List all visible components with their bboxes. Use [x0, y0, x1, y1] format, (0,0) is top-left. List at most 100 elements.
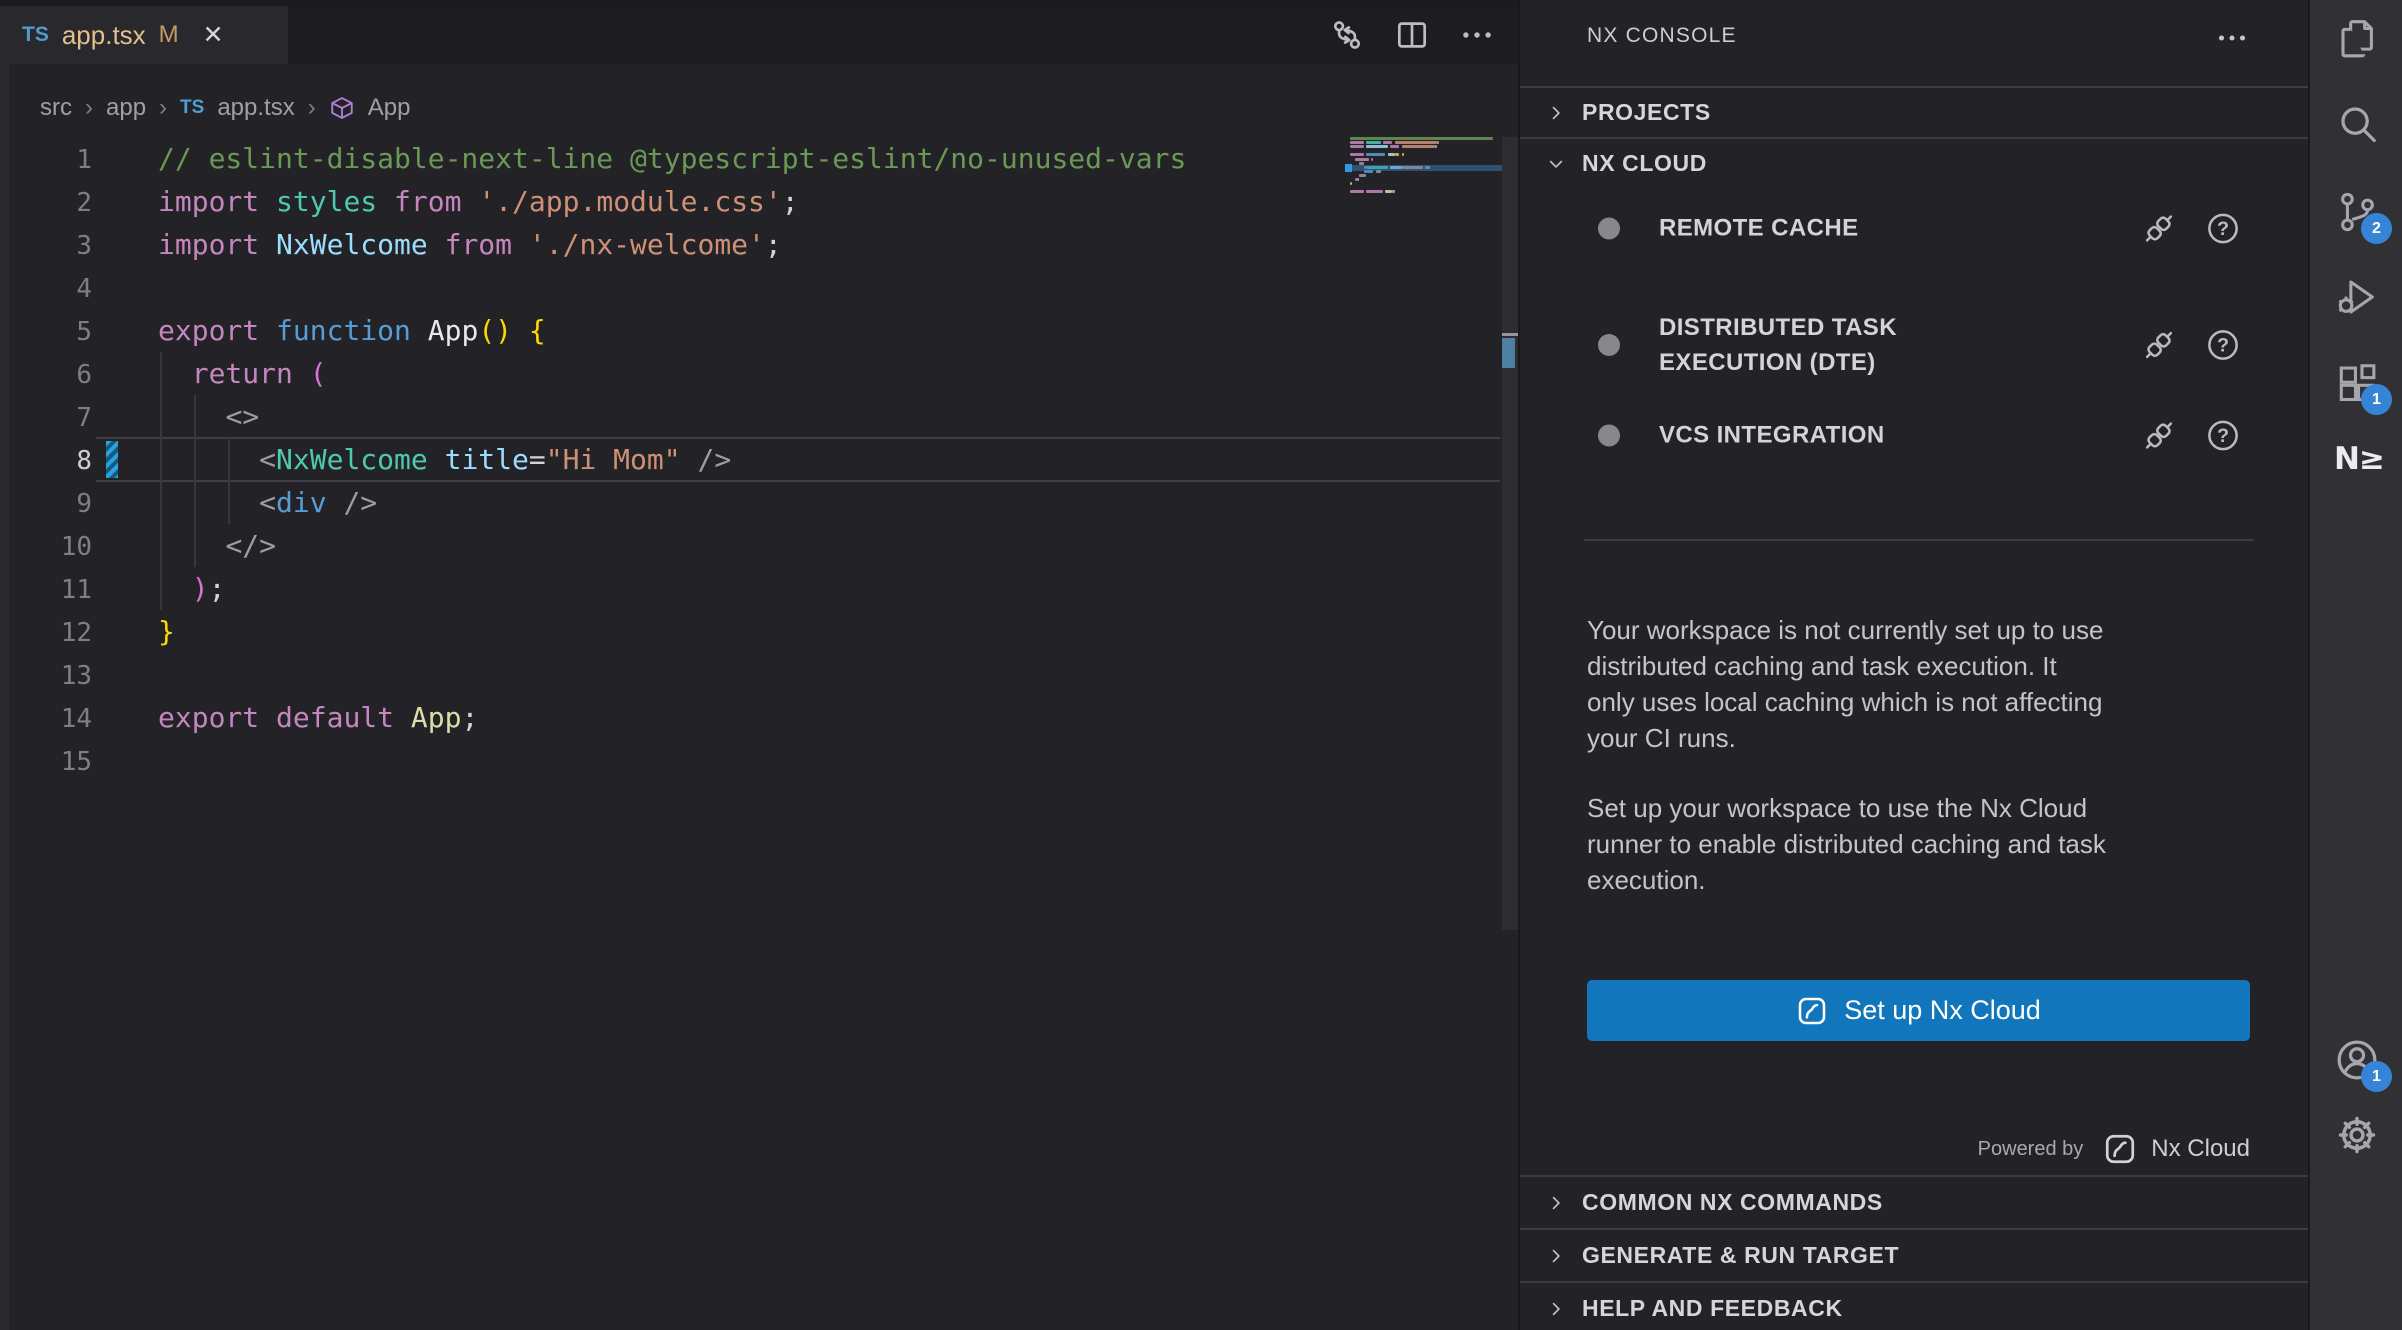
split-editor-icon[interactable]	[1393, 16, 1431, 54]
settings-gear-icon[interactable]	[2334, 1112, 2380, 1158]
help-icon[interactable]: ?	[2204, 326, 2242, 364]
code-line[interactable]: 10 </>	[0, 524, 1502, 567]
description-line: your CI runs.	[1587, 720, 2267, 756]
code-token	[259, 314, 276, 347]
description-line: Set up your workspace to use the Nx Clou…	[1587, 790, 2267, 826]
code-token: './app.module.css'	[478, 185, 781, 218]
section-label: HELP AND FEEDBACK	[1582, 1295, 1843, 1322]
code-line[interactable]: 2import styles from './app.module.css';	[0, 180, 1502, 223]
nx-console-icon[interactable]: N≥	[2334, 436, 2380, 482]
section-label: GENERATE & RUN TARGET	[1582, 1242, 1899, 1269]
minimap-line	[1437, 141, 1439, 144]
code-line[interactable]: 6 return (	[0, 352, 1502, 395]
minimap-line	[1395, 153, 1400, 156]
breadcrumb-item-src[interactable]: src	[40, 94, 72, 122]
minimap-line	[1350, 145, 1364, 148]
code-token: return	[192, 357, 293, 390]
code-text: return (	[158, 352, 327, 395]
panel-top-sections: PROJECTS NX CLOUD	[1520, 86, 2310, 188]
minimap-line	[1366, 145, 1387, 148]
minimap-line	[1383, 141, 1392, 144]
badge: 2	[2361, 213, 2392, 244]
section-header-projects[interactable]: PROJECTS	[1520, 86, 2310, 137]
code-token	[411, 314, 428, 347]
source-control-icon[interactable]: 2	[2334, 189, 2380, 235]
more-actions-icon[interactable]	[2214, 20, 2250, 61]
section-header-common-nx-commands[interactable]: COMMON NX COMMANDS	[1520, 1175, 2310, 1228]
code-line[interactable]: 9 <div />	[0, 481, 1502, 524]
code-token: (	[310, 357, 327, 390]
section-header-generate-run-target[interactable]: GENERATE & RUN TARGET	[1520, 1228, 2310, 1281]
code-text: // eslint-disable-next-line @typescript-…	[158, 137, 1186, 180]
code-token: ;	[782, 185, 799, 218]
modified-indicator: M	[159, 21, 179, 49]
tab-filename: app.tsx	[62, 20, 146, 51]
powered-by-nx-cloud[interactable]: Powered by Nx Cloud	[1587, 1128, 2250, 1170]
ts-badge-icon: TS	[180, 97, 204, 119]
code-token	[158, 400, 225, 433]
code-editor[interactable]: 1// eslint-disable-next-line @typescript…	[0, 137, 1502, 782]
chevron-right-icon	[1546, 1246, 1566, 1266]
code-token: ()	[478, 314, 512, 347]
divider	[1584, 539, 2254, 541]
code-token: <	[259, 486, 276, 519]
code-line[interactable]: 5export function App() {	[0, 309, 1502, 352]
code-token: title	[445, 443, 529, 476]
help-icon[interactable]: ?	[2204, 416, 2242, 454]
code-line[interactable]: 12}	[0, 610, 1502, 653]
code-line[interactable]: 14export default App;	[0, 696, 1502, 739]
scrollbar-thumb[interactable]	[1502, 338, 1515, 368]
more-actions-icon[interactable]	[1458, 16, 1496, 54]
chevron-right-icon	[1546, 103, 1566, 123]
minimap-line	[1359, 174, 1366, 177]
code-token	[428, 443, 445, 476]
breadcrumb-item-app[interactable]: App	[368, 94, 411, 122]
editor-scrollbar[interactable]	[1502, 137, 1518, 930]
minimap-line	[1366, 153, 1385, 156]
code-token	[681, 443, 698, 476]
nx-cloud-setup-text: Set up your workspace to use the Nx Clou…	[1587, 790, 2267, 898]
code-line[interactable]: 7 <>	[0, 395, 1502, 438]
code-text: <div />	[158, 481, 377, 524]
files-icon[interactable]	[2334, 15, 2380, 61]
code-token: import	[158, 228, 259, 261]
connect-icon[interactable]	[2140, 416, 2178, 454]
connect-icon[interactable]	[2140, 326, 2178, 364]
extensions-icon[interactable]: 1	[2334, 360, 2380, 406]
open-changes-icon[interactable]	[1328, 16, 1366, 54]
code-token: './nx-welcome'	[529, 228, 765, 261]
debug-icon[interactable]	[2334, 274, 2380, 320]
description-line: runner to enable distributed caching and…	[1587, 826, 2267, 862]
section-header-help-and-feedback[interactable]: HELP AND FEEDBACK	[1520, 1281, 2310, 1330]
code-line[interactable]: 13	[0, 653, 1502, 696]
close-icon[interactable]: ✕	[203, 20, 224, 50]
tab-app-tsx[interactable]: TS app.tsx M ✕	[0, 6, 288, 64]
typescript-file-icon: TS	[22, 23, 49, 47]
code-token: NxWelcome	[276, 443, 428, 476]
section-header-nx-cloud[interactable]: NX CLOUD	[1520, 137, 2310, 188]
code-token	[293, 357, 310, 390]
search-icon[interactable]	[2334, 101, 2380, 147]
code-line[interactable]: 4	[0, 266, 1502, 309]
code-token	[259, 228, 276, 261]
code-token	[512, 314, 529, 347]
breadcrumb-item-app[interactable]: app	[106, 94, 146, 122]
help-icon[interactable]: ?	[2204, 209, 2242, 247]
code-token: />	[343, 486, 377, 519]
svg-text:?: ?	[2217, 218, 2229, 240]
nx-logo-text: N≥	[2334, 441, 2384, 477]
section-label: COMMON NX COMMANDS	[1582, 1189, 1883, 1216]
code-line[interactable]: 1// eslint-disable-next-line @typescript…	[0, 137, 1502, 180]
minimap[interactable]	[1350, 137, 1502, 209]
code-line[interactable]: 11 );	[0, 567, 1502, 610]
section-label: NX CLOUD	[1582, 150, 1707, 177]
breadcrumb-item-app-tsx[interactable]: app.tsx	[217, 94, 294, 122]
setup-nx-cloud-button[interactable]: Set up Nx Cloud	[1587, 980, 2250, 1041]
account-icon[interactable]: 1	[2334, 1037, 2380, 1083]
code-token: =	[529, 443, 546, 476]
connect-icon[interactable]	[2140, 209, 2178, 247]
code-line[interactable]: 8 <NxWelcome title="Hi Mom" />	[0, 438, 1502, 481]
code-line[interactable]: 3import NxWelcome from './nx-welcome';	[0, 223, 1502, 266]
minimap-line	[1402, 145, 1435, 148]
code-line[interactable]: 15	[0, 739, 1502, 782]
